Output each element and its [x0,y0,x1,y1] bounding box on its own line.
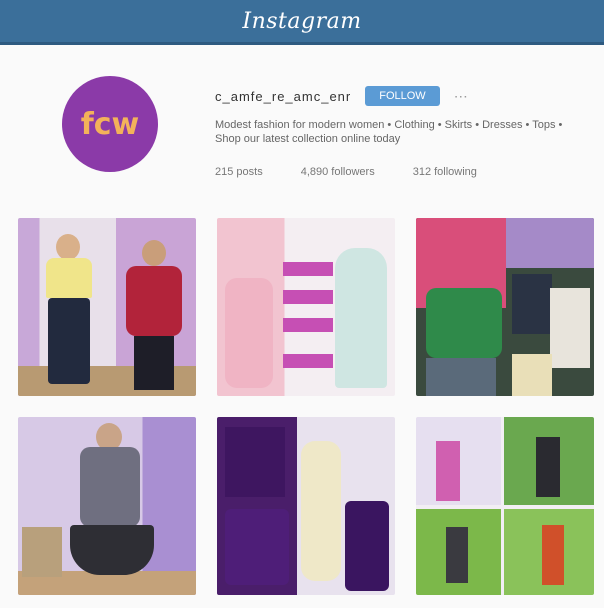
ellipsis-icon[interactable]: ⋯ [454,88,468,105]
post-thumbnail[interactable] [18,417,196,595]
post-thumbnail[interactable] [18,218,196,396]
profile-header: c_amfe_re_amc_enr FOLLOW ⋯ [215,86,468,106]
post-thumbnail[interactable] [217,218,395,396]
profile-username: c_amfe_re_amc_enr [215,88,352,104]
post-thumbnail[interactable] [416,417,594,595]
follow-button[interactable]: FOLLOW [365,86,440,106]
post-thumbnail[interactable] [416,218,594,396]
top-navigation-bar: Instagram [0,0,604,45]
followers-count[interactable]: 4,890 followers [301,166,375,178]
posts-count: 215 posts [215,166,263,178]
posts-grid [18,218,594,595]
avatar-logo-text: fcw [80,106,140,142]
profile-stats: 215 posts 4,890 followers 312 following [215,166,477,178]
instagram-logo[interactable]: Instagram [242,9,361,34]
profile-avatar[interactable]: fcw [62,76,158,172]
post-thumbnail[interactable] [217,417,395,595]
following-count[interactable]: 312 following [413,166,477,178]
profile-bio: Modest fashion for modern women • Clothi… [215,119,563,145]
